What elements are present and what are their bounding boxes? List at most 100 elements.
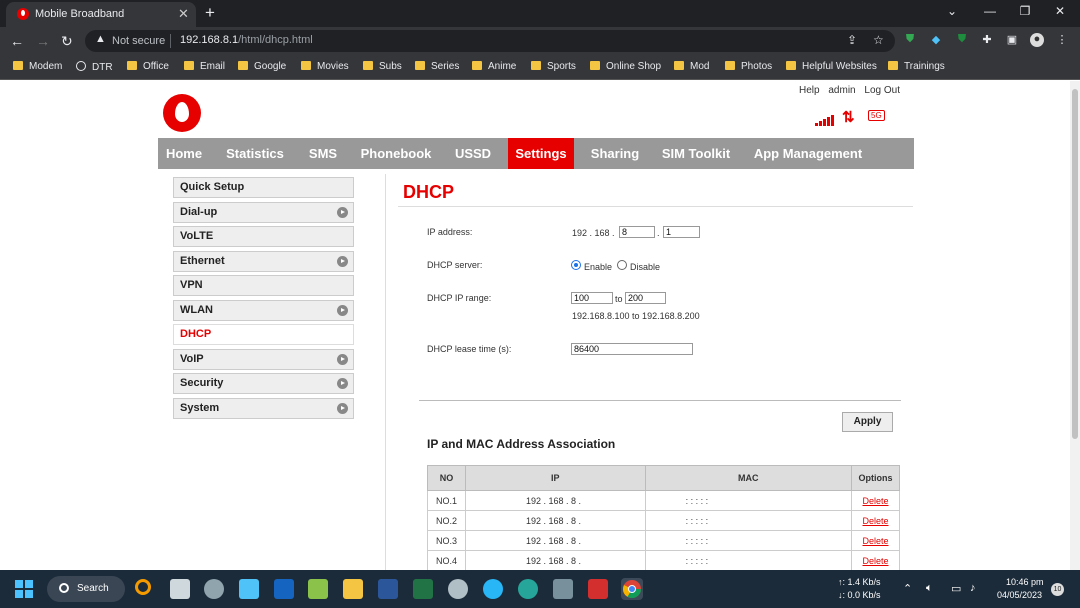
sidebar-item-quick-setup[interactable]: Quick Setup — [173, 177, 354, 198]
sidebar-item-volte[interactable]: VoLTE — [173, 226, 354, 247]
reload-icon[interactable]: ↻ — [61, 33, 73, 50]
share-icon[interactable]: ⇪ — [847, 33, 857, 47]
help-link[interactable]: Help — [799, 85, 820, 96]
sidebar-item-dhcp[interactable]: DHCP — [173, 324, 354, 345]
page-scrollbar[interactable] — [1070, 81, 1080, 570]
bookmark-star-icon[interactable]: ☆ — [873, 33, 884, 47]
file-explorer-icon[interactable] — [343, 579, 363, 599]
minimize-icon[interactable]: — — [980, 4, 1000, 18]
bookmark-subs[interactable]: Subs — [363, 61, 402, 72]
menu-phonebook[interactable]: Phonebook — [354, 138, 438, 169]
delete-link[interactable]: Delete — [863, 536, 889, 546]
address-bar[interactable]: ▲ Not secure 192.168.8.1/html/dhcp.html … — [85, 30, 895, 52]
editor-app-icon[interactable] — [308, 579, 328, 599]
sidebar-item-system[interactable]: System — [173, 398, 354, 419]
side-panel-icon[interactable]: ▣ — [1005, 33, 1019, 47]
ip-octet4-input[interactable]: 1 — [663, 226, 700, 238]
back-icon[interactable]: ← — [10, 33, 24, 49]
menu-sms[interactable]: SMS — [301, 138, 345, 169]
row-mac[interactable]: : : : : : — [644, 530, 853, 551]
menu-app-management[interactable]: App Management — [746, 138, 870, 169]
row-ip[interactable]: 192 . 168 . 8 . — [464, 490, 646, 511]
shield-extension-icon[interactable]: ⛊ — [903, 33, 917, 47]
bookmark-movies[interactable]: Movies — [301, 61, 349, 72]
row-mac[interactable]: : : : : : — [644, 490, 853, 511]
bookmark-online-shop[interactable]: Online Shop — [590, 61, 661, 72]
bookmark-email[interactable]: Email — [184, 61, 225, 72]
puzzle-extensions-icon[interactable]: ✚ — [980, 33, 994, 47]
mail-app-icon[interactable] — [239, 579, 259, 599]
range-start-input[interactable]: 100 — [571, 292, 613, 304]
bookmark-modem[interactable]: Modem — [13, 61, 62, 72]
bookmark-mod[interactable]: Mod — [674, 61, 709, 72]
notification-badge[interactable]: 10 — [1051, 583, 1064, 596]
clock-time[interactable]: 10:46 pm — [1006, 577, 1044, 587]
range-end-input[interactable]: 200 — [625, 292, 666, 304]
delete-link[interactable]: Delete — [863, 496, 889, 506]
sidebar-item-security[interactable]: Security — [173, 373, 354, 394]
delete-link[interactable]: Delete — [863, 516, 889, 526]
app-icon[interactable] — [448, 579, 468, 599]
row-ip[interactable]: 192 . 168 . 8 . — [464, 530, 646, 551]
menu-sharing[interactable]: Sharing — [583, 138, 647, 169]
bookmark-office[interactable]: Office — [127, 61, 169, 72]
volume-icon[interactable]: ♪ — [970, 582, 976, 594]
chevron-up-icon[interactable]: ⌃ — [903, 582, 912, 595]
speaker-icon[interactable]: 🔈︎ — [926, 582, 933, 595]
extension-icon[interactable]: ◆ — [929, 33, 943, 47]
sidebar-item-vpn[interactable]: VPN — [173, 275, 354, 296]
sidebar-item-ethernet[interactable]: Ethernet — [173, 251, 354, 272]
clock-date[interactable]: 04/05/2023 — [997, 590, 1042, 600]
disable-radio[interactable] — [617, 260, 627, 270]
bookmark-photos[interactable]: Photos — [725, 61, 772, 72]
menu-statistics[interactable]: Statistics — [218, 138, 292, 169]
menu-kebab-icon[interactable]: ⋮ — [1055, 33, 1069, 47]
maximize-icon[interactable]: ❐ — [1015, 4, 1035, 18]
sidebar-item-dial-up[interactable]: Dial-up — [173, 202, 354, 223]
ip-octet3-input[interactable]: 8 — [619, 226, 655, 238]
settings-gear-icon[interactable] — [204, 579, 224, 599]
bookmark-trainings[interactable]: Trainings — [888, 61, 945, 72]
apply-button[interactable]: Apply — [842, 412, 893, 432]
row-mac[interactable]: : : : : : — [644, 510, 853, 531]
delete-link[interactable]: Delete — [863, 556, 889, 566]
chrome-icon[interactable] — [621, 578, 643, 600]
task-view-icon[interactable] — [170, 579, 190, 599]
profile-avatar-icon[interactable]: ● — [1030, 33, 1044, 47]
edge-browser-icon[interactable] — [483, 579, 503, 599]
bookmark-dtr[interactable]: DTR — [76, 61, 113, 73]
network-icon[interactable]: ▭ — [951, 582, 961, 595]
row-ip[interactable]: 192 . 168 . 8 . — [464, 550, 646, 570]
search-app-icon[interactable] — [135, 579, 151, 595]
start-windows-icon[interactable] — [14, 579, 34, 599]
excel-icon[interactable] — [413, 579, 433, 599]
word-icon[interactable] — [378, 579, 398, 599]
bookmark-helpful-websites[interactable]: Helpful Websites — [786, 61, 877, 72]
bookmark-google[interactable]: Google — [238, 61, 286, 72]
lease-time-input[interactable]: 86400 — [571, 343, 693, 355]
new-tab-icon[interactable]: + — [205, 3, 215, 23]
admin-link[interactable]: admin — [828, 85, 855, 96]
menu-ussd[interactable]: USSD — [446, 138, 500, 169]
row-mac[interactable]: : : : : : — [644, 550, 853, 570]
bookmark-series[interactable]: Series — [415, 61, 459, 72]
vpn-extension-icon[interactable]: ⛊ — [955, 33, 969, 47]
bookmark-sports[interactable]: Sports — [531, 61, 576, 72]
taskbar-search[interactable]: Search — [47, 576, 125, 602]
menu-sim-toolkit[interactable]: SIM Toolkit — [656, 138, 736, 169]
paint-app-icon[interactable] — [518, 579, 538, 599]
sidebar-item-wlan[interactable]: WLAN — [173, 300, 354, 321]
row-ip[interactable]: 192 . 168 . 8 . — [464, 510, 646, 531]
menu-home[interactable]: Home — [158, 138, 210, 169]
browser-tab[interactable]: Mobile Broadband ✕ — [6, 2, 196, 27]
close-window-icon[interactable]: ✕ — [1050, 4, 1070, 18]
bookmark-anime[interactable]: Anime — [472, 61, 516, 72]
pdf-reader-icon[interactable] — [588, 579, 608, 599]
enable-radio[interactable] — [571, 260, 581, 270]
close-tab-icon[interactable]: ✕ — [178, 6, 189, 22]
remote-desktop-icon[interactable] — [553, 579, 573, 599]
tab-search-icon[interactable]: ⌄ — [942, 4, 962, 18]
logout-link[interactable]: Log Out — [864, 85, 900, 96]
forward-icon[interactable]: → — [36, 33, 50, 49]
menu-settings[interactable]: Settings — [508, 138, 574, 169]
